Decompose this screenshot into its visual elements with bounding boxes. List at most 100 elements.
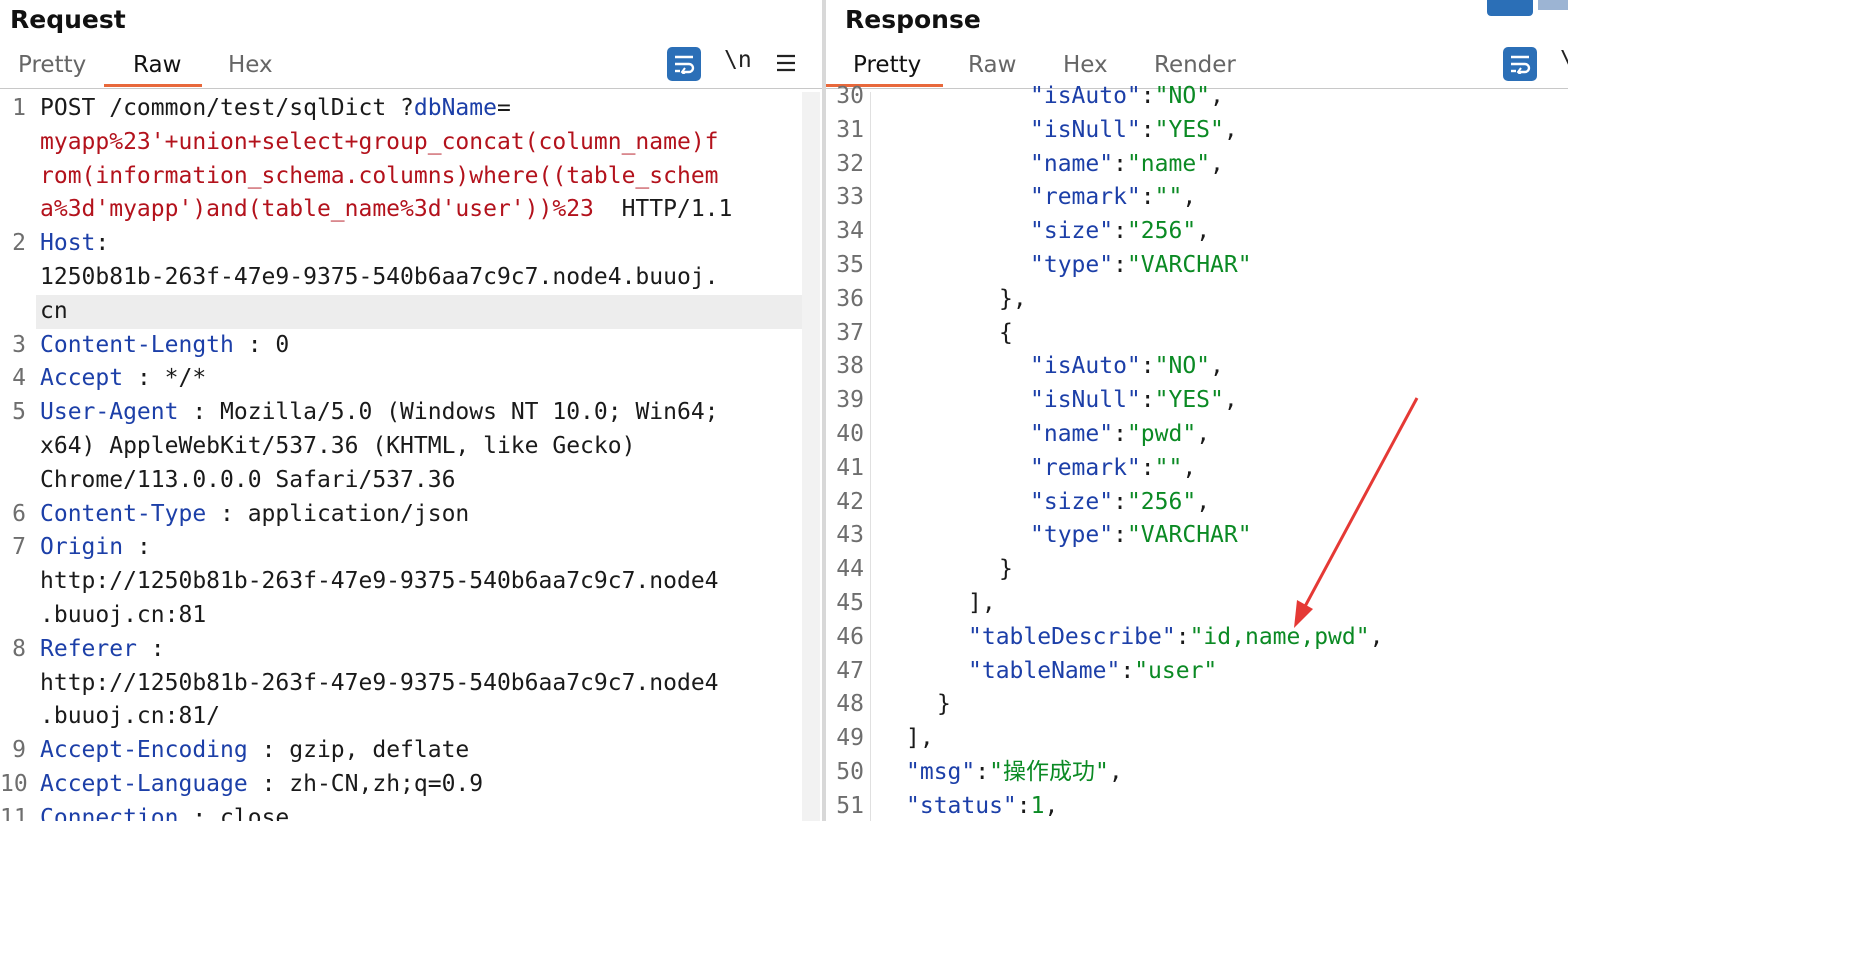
json-key: "msg" xyxy=(906,759,976,785)
layout-toggle-icon-alt[interactable] xyxy=(1538,0,1568,10)
tab-pretty[interactable]: Pretty xyxy=(853,52,921,78)
json-value: "name" xyxy=(1126,150,1211,177)
tab-hex[interactable]: Hex xyxy=(228,52,273,78)
json-line: { xyxy=(999,317,1013,351)
word-wrap-icon[interactable] xyxy=(1503,47,1537,81)
tab-raw[interactable]: Raw xyxy=(133,52,181,78)
json-key: "type" xyxy=(1030,252,1114,278)
line-number: 1 xyxy=(12,95,26,121)
line-number: 46 xyxy=(836,623,864,650)
json-key: "isNull" xyxy=(1030,116,1141,143)
code-text: http://1250b81b-263f-47e9-9375-540b6aa7c… xyxy=(40,568,719,595)
newline-toggle[interactable]: \n xyxy=(724,47,752,73)
payload-text: rom(information_schema.columns)where((ta… xyxy=(40,162,719,189)
json-punct: : xyxy=(1140,83,1155,109)
json-line: "remark":"", xyxy=(1030,181,1196,215)
line-number: 7 xyxy=(12,534,26,561)
json-punct: , xyxy=(1196,218,1211,245)
json-punct: : xyxy=(1113,218,1127,245)
json-punct: : xyxy=(1140,116,1155,143)
json-value: "VARCHAR" xyxy=(1126,252,1252,278)
json-punct: : xyxy=(1120,657,1135,684)
payload-text: myapp%23'+union+select+group_concat(colu… xyxy=(40,128,719,155)
json-punct: : xyxy=(1113,252,1127,278)
request-scrollbar[interactable] xyxy=(802,92,820,821)
code-line: rom(information_schema.columns)where((ta… xyxy=(40,160,719,194)
toolbar-divider xyxy=(0,88,822,89)
json-punct: , xyxy=(1210,83,1224,109)
json-punct: } xyxy=(999,556,1013,583)
code-text: 1250b81b-263f-47e9-9375-540b6aa7c9c7.nod… xyxy=(40,264,719,290)
line-number: 6 xyxy=(12,500,26,527)
header-name: Accept-Encoding xyxy=(40,737,248,764)
code-line: .buuoj.cn:81/ xyxy=(40,700,220,734)
code-line: Connection : close xyxy=(40,802,289,821)
code-text: HTTP/1.1 xyxy=(593,196,733,223)
json-key: "isNull" xyxy=(1030,387,1141,414)
json-punct: , xyxy=(1369,623,1384,650)
json-punct: , xyxy=(1196,421,1211,447)
json-line: }, xyxy=(999,283,1027,317)
json-punct: : xyxy=(1140,184,1155,211)
json-key: "type" xyxy=(1030,522,1114,549)
line-number: 39 xyxy=(836,387,864,414)
request-editor[interactable]: 1 POST /common/test/sqlDict ?dbName= myapp… xyxy=(0,92,802,821)
code-text: = xyxy=(496,95,511,121)
json-punct: , xyxy=(1223,116,1238,143)
newline-toggle[interactable]: \ xyxy=(1560,47,1568,73)
code-line: Referer : xyxy=(40,633,165,667)
tab-raw[interactable]: Raw xyxy=(968,52,1016,78)
line-number: 48 xyxy=(836,691,864,718)
code-text: : gzip, deflate xyxy=(247,737,470,764)
json-punct: , xyxy=(1182,454,1197,481)
code-text: : xyxy=(123,534,151,561)
code-line: cn xyxy=(40,295,68,329)
json-line: ], xyxy=(968,587,996,621)
json-line: "remark":"", xyxy=(1030,452,1196,486)
json-punct: ], xyxy=(968,590,996,616)
code-line: myapp%23'+union+select+group_concat(colu… xyxy=(40,126,719,160)
line-number: 32 xyxy=(836,150,864,177)
code-text: : xyxy=(136,635,165,662)
code-text: cn xyxy=(40,297,68,324)
json-punct: , xyxy=(1044,792,1059,819)
header-name: Connection xyxy=(40,804,179,821)
json-punct: , xyxy=(1210,353,1224,380)
request-title: Request xyxy=(10,5,126,34)
line-number: 5 xyxy=(12,399,26,426)
code-line: Origin : xyxy=(40,531,151,565)
hamburger-menu-icon[interactable] xyxy=(776,54,796,76)
json-punct: : xyxy=(1113,488,1127,515)
code-line: Content-Length : 0 xyxy=(40,329,289,363)
response-editor[interactable]: 30 "isAuto":"NO", 31 "isNull":"YES", 32 "name… xyxy=(826,83,1568,821)
json-value: "pwd" xyxy=(1126,421,1197,447)
code-text: http://1250b81b-263f-47e9-9375-540b6aa7c… xyxy=(40,669,719,696)
code-text: : application/json xyxy=(206,500,470,527)
json-key: "status" xyxy=(906,792,1017,819)
code-text: : zh-CN,zh;q=0.9 xyxy=(247,771,484,797)
line-number: 51 xyxy=(836,792,864,819)
tab-pretty[interactable]: Pretty xyxy=(18,52,86,78)
line-number: 10 xyxy=(0,771,28,797)
json-key: "name" xyxy=(1030,421,1114,447)
line-number: 36 xyxy=(836,285,864,312)
json-line: "size":"256", xyxy=(1030,215,1210,249)
tab-hex[interactable]: Hex xyxy=(1063,52,1108,78)
json-value: "操作成功" xyxy=(989,759,1109,785)
json-value: "YES" xyxy=(1154,116,1224,143)
tab-render[interactable]: Render xyxy=(1154,52,1236,78)
header-name: Host xyxy=(40,230,96,257)
layout-toggle-icon[interactable] xyxy=(1487,0,1533,16)
line-number: 49 xyxy=(836,725,864,752)
word-wrap-icon[interactable] xyxy=(667,47,701,81)
request-pane: Request Pretty Raw Hex \n 1 POST /common/… xyxy=(0,0,822,821)
line-number: 40 xyxy=(836,421,864,447)
header-name: Origin xyxy=(40,534,124,561)
json-punct: ], xyxy=(906,725,934,752)
json-punct: , xyxy=(1196,488,1211,515)
json-punct: : xyxy=(1113,150,1127,177)
json-value: "NO" xyxy=(1154,83,1211,109)
line-number: 4 xyxy=(12,365,26,392)
line-number: 33 xyxy=(836,184,864,211)
code-line: 1250b81b-263f-47e9-9375-540b6aa7c9c7.nod… xyxy=(40,261,719,295)
